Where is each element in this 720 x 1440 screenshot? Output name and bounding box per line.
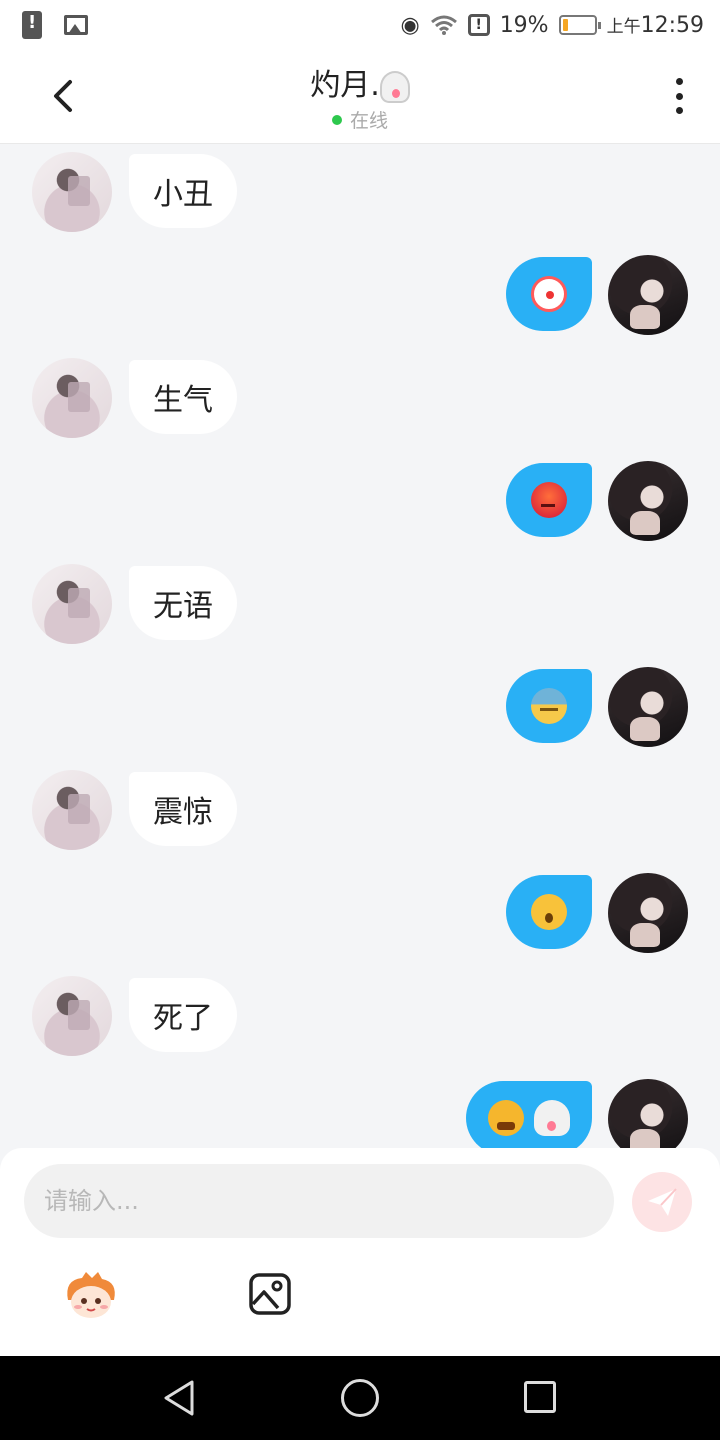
my-avatar[interactable] [608, 461, 688, 541]
incoming-message-bubble[interactable]: 生气 [129, 360, 237, 434]
gallery-notification-icon [64, 15, 88, 35]
dot [675, 107, 683, 114]
clock-period: 上午 [606, 17, 641, 37]
dot [675, 92, 683, 100]
contact-avatar[interactable] [32, 770, 112, 850]
clock-time: 12:59 [640, 13, 704, 38]
message-row [0, 667, 720, 749]
nav-recent-apps-icon[interactable] [524, 1381, 556, 1413]
contact-name: 灼月. [0, 60, 720, 104]
eye-icon: ◉ [400, 12, 420, 38]
ghost-emoji [534, 1100, 570, 1136]
angry-face-emoji [531, 482, 567, 518]
incoming-message-bubble[interactable]: 小丑 [129, 154, 237, 228]
clock: 上午12:59 [607, 12, 704, 38]
battery-percent: 19% [499, 12, 549, 38]
message-input[interactable] [24, 1164, 614, 1238]
send-button[interactable] [632, 1172, 692, 1232]
message-row: 小丑 [0, 152, 720, 234]
sticker-character-icon[interactable] [62, 1270, 120, 1320]
ghost-icon [379, 70, 410, 103]
paper-plane-icon [648, 1188, 677, 1216]
alert-icon: ! [467, 14, 490, 36]
outgoing-message-bubble[interactable] [506, 669, 592, 743]
outgoing-message-bubble[interactable] [466, 1081, 592, 1148]
my-avatar[interactable] [608, 1079, 688, 1148]
message-row: 无语 [0, 564, 720, 646]
image-icon[interactable] [248, 1272, 292, 1316]
online-status-text: 在线 [349, 110, 388, 132]
dizzy-face-emoji [488, 1100, 524, 1136]
system-nav-bar [0, 1356, 720, 1440]
battery-alert-icon [22, 11, 42, 39]
wifi-icon [430, 15, 457, 35]
contact-avatar[interactable] [32, 976, 112, 1056]
message-row [0, 255, 720, 337]
status-bar: ◉ ! 19% 上午12:59 [0, 0, 720, 50]
downcast-sweat-face-emoji [531, 688, 567, 724]
contact-avatar[interactable] [32, 564, 112, 644]
message-row: 死了 [0, 976, 720, 1058]
outgoing-message-bubble[interactable] [506, 463, 592, 537]
incoming-message-bubble[interactable]: 无语 [129, 566, 237, 640]
composer [0, 1148, 720, 1356]
my-avatar[interactable] [608, 255, 688, 335]
header-title-block: 灼月. 在线 [0, 60, 720, 133]
incoming-message-bubble[interactable]: 震惊 [129, 772, 237, 846]
chat-header: 灼月. 在线 [0, 50, 720, 144]
contact-name-text: 灼月. [310, 68, 380, 103]
hushed-face-emoji [531, 894, 567, 930]
message-row: 震惊 [0, 770, 720, 852]
message-list[interactable]: 小丑生气无语震惊死了 [0, 144, 720, 1148]
clown-face-emoji [531, 276, 567, 312]
my-avatar[interactable] [608, 873, 688, 953]
battery-level-fill [562, 19, 569, 31]
battery-icon [558, 15, 601, 35]
message-row: 生气 [0, 358, 720, 440]
message-row [0, 873, 720, 955]
status-bar-left [22, 11, 88, 39]
online-dot-icon [331, 114, 342, 125]
my-avatar[interactable] [608, 667, 688, 747]
status-bar-right: ◉ ! 19% 上午12:59 [400, 12, 704, 39]
more-options-icon[interactable] [674, 78, 684, 114]
nav-back-icon[interactable] [160, 1378, 200, 1418]
dot [675, 78, 683, 85]
incoming-message-bubble[interactable]: 死了 [129, 978, 237, 1052]
contact-avatar[interactable] [32, 358, 112, 438]
online-status: 在线 [0, 106, 720, 133]
message-row [0, 461, 720, 543]
outgoing-message-bubble[interactable] [506, 875, 592, 949]
message-row [0, 1079, 720, 1148]
nav-home-icon[interactable] [341, 1379, 379, 1417]
contact-avatar[interactable] [32, 152, 112, 232]
outgoing-message-bubble[interactable] [506, 257, 592, 331]
